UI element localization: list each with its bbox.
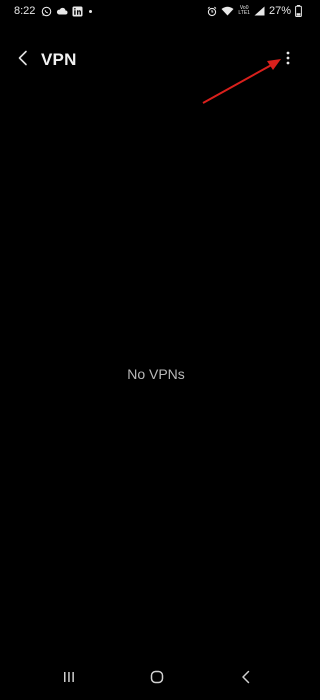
back-button[interactable] — [12, 49, 34, 71]
recents-icon — [62, 670, 76, 688]
navigation-bar — [0, 658, 312, 700]
network-label-bottom: LTE1 — [238, 10, 250, 16]
home-icon — [150, 670, 164, 689]
battery-icon — [295, 5, 302, 17]
whatsapp-icon — [41, 6, 52, 17]
chevron-left-icon — [17, 50, 29, 71]
alarm-icon — [207, 6, 217, 17]
recents-button[interactable] — [57, 668, 81, 690]
wifi-icon — [221, 6, 234, 16]
back-icon — [241, 670, 251, 689]
home-button[interactable] — [145, 668, 169, 690]
nav-back-button[interactable] — [234, 668, 258, 690]
linkedin-icon — [72, 6, 83, 17]
status-bar-left: 8:22 — [14, 5, 93, 17]
page-title: VPN — [41, 50, 77, 69]
more-options-button[interactable] — [278, 50, 298, 70]
empty-state-message: No VPNs — [127, 366, 185, 382]
dot-icon — [89, 9, 93, 13]
signal-icon — [254, 6, 265, 16]
status-time: 8:22 — [14, 5, 36, 17]
network-type-label: Vo0 LTE1 — [238, 6, 250, 16]
cloud-icon — [56, 6, 68, 16]
app-bar: VPN — [0, 42, 312, 78]
battery-percent: 27% — [268, 5, 291, 17]
more-vertical-icon — [286, 51, 290, 70]
status-bar-right: Vo0 LTE1 27% — [207, 5, 302, 17]
status-bar: 8:22 Vo0 LTE1 27% — [0, 0, 312, 22]
